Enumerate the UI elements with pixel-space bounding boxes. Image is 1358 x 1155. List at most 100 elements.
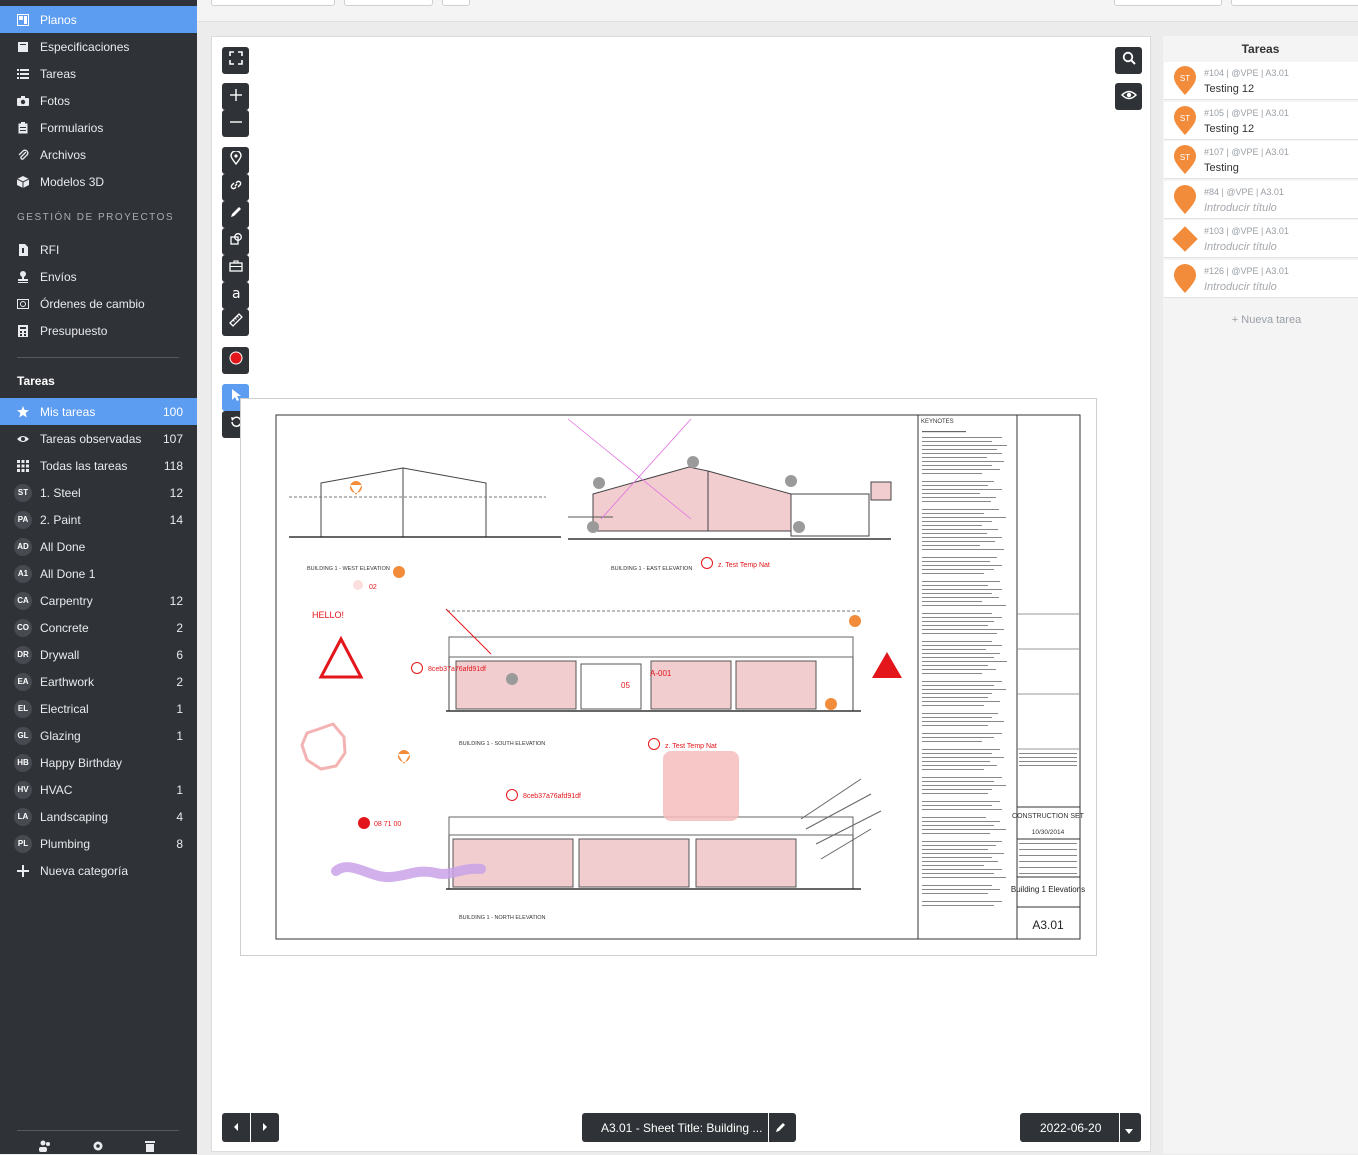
nav-rfi[interactable]: RFI — [0, 236, 197, 263]
caret-down-icon[interactable] — [1125, 1124, 1133, 1138]
markup-circle-02[interactable] — [353, 580, 363, 590]
nav-modelos-3d[interactable]: Modelos 3D — [0, 168, 197, 195]
next-sheet-button[interactable] — [251, 1113, 279, 1142]
toolbar-control[interactable] — [1231, 0, 1358, 6]
version-date: 2022-06-20 — [1040, 1120, 1102, 1135]
gear-icon[interactable] — [92, 1140, 104, 1152]
category-electrical[interactable]: EL Electrical 1 — [0, 695, 197, 722]
zoom-in-button[interactable] — [222, 83, 249, 110]
shapes-icon — [229, 232, 243, 251]
markup-05[interactable]: 05 — [621, 681, 630, 690]
category-all-done[interactable]: AD All Done — [0, 533, 197, 560]
nav-archivos[interactable]: Archivos — [0, 141, 197, 168]
markup-id-1[interactable]: 8ceb37a76afd91df — [428, 666, 486, 673]
task-title[interactable]: Testing 12 — [1204, 83, 1254, 95]
book-icon — [17, 41, 29, 53]
category-badge: HV — [14, 780, 32, 799]
stamp-tool[interactable] — [222, 255, 249, 282]
zoom-out-button[interactable] — [222, 110, 249, 137]
task-meta: #126 | @VPE | A3.01 — [1204, 266, 1289, 276]
category-plumbing[interactable]: PL Plumbing 8 — [0, 830, 197, 857]
plan-viewer[interactable]: a KEYNOTES CONSTRUCTION SET 10/30/2014 B… — [211, 36, 1151, 1152]
keynotes-label: KEYNOTES — [921, 419, 954, 425]
pin-tool[interactable] — [222, 147, 249, 174]
category-2-paint[interactable]: PA 2. Paint 14 — [0, 506, 197, 533]
fullscreen-button[interactable] — [222, 47, 249, 74]
drawing-sheet[interactable]: KEYNOTES CONSTRUCTION SET 10/30/2014 Bui… — [240, 398, 1097, 956]
task-pin-st[interactable] — [393, 566, 405, 578]
new-task-button[interactable]: + Nueva tarea — [1163, 314, 1358, 326]
prev-sheet-button[interactable] — [222, 1113, 250, 1142]
task-card[interactable]: #126 | @VPE | A3.01 Introducir título — [1164, 260, 1358, 298]
markup-temp-1[interactable]: z. Test Temp Nat — [718, 562, 770, 569]
category-all-done-1[interactable]: A1 All Done 1 — [0, 560, 197, 587]
markup-text-02[interactable]: 02 — [369, 584, 377, 591]
task-pin-icon — [1174, 184, 1196, 214]
east-elevation-label: BUILDING 1 - EAST ELEVATION — [611, 566, 692, 572]
nav-planos[interactable]: Planos — [0, 6, 197, 33]
category-label: Electrical — [40, 701, 89, 716]
category-carpentry[interactable]: CA Carpentry 12 — [0, 587, 197, 614]
task-title[interactable]: Introducir título — [1204, 241, 1277, 253]
markup-hello-text[interactable]: HELLO! — [312, 610, 344, 620]
markup-code[interactable]: 08 71 00 — [374, 821, 401, 828]
markup-id-2[interactable]: 8ceb37a76afd91df — [523, 793, 581, 800]
category-drywall[interactable]: DR Drywall 6 — [0, 641, 197, 668]
category-glazing[interactable]: GL Glazing 1 — [0, 722, 197, 749]
cube-icon — [17, 175, 29, 188]
category-landscaping[interactable]: LA Landscaping 4 — [0, 803, 197, 830]
category-concrete[interactable]: CO Concrete 2 — [0, 614, 197, 641]
new-category-button[interactable]: Nueva categoría — [0, 857, 197, 884]
search-button[interactable] — [1115, 47, 1142, 74]
trash-icon[interactable] — [144, 1140, 156, 1152]
markup-temp-2[interactable]: z. Test Temp Nat — [665, 743, 717, 750]
task-card[interactable]: #84 | @VPE | A3.01 Introducir título — [1164, 180, 1358, 219]
users-icon[interactable] — [39, 1140, 51, 1152]
task-pin-st[interactable] — [825, 698, 837, 710]
text-tool[interactable]: a — [222, 282, 249, 309]
nav-formularios[interactable]: Formularios — [0, 114, 197, 141]
pen-tool[interactable] — [222, 201, 249, 228]
toolbar-control[interactable] — [1114, 0, 1222, 6]
toolbar-control[interactable] — [442, 0, 470, 6]
markup-a001[interactable]: A-001 — [650, 669, 672, 678]
task-title[interactable]: Testing — [1204, 162, 1239, 174]
filter-todas-las-tareas[interactable]: Todas las tareas 118 — [0, 452, 197, 479]
task-title[interactable]: Introducir título — [1204, 202, 1277, 214]
category-1-steel[interactable]: ST 1. Steel 12 — [0, 479, 197, 506]
nav-tareas[interactable]: Tareas — [0, 60, 197, 87]
record-button[interactable] — [222, 347, 249, 374]
category-hvac[interactable]: HV HVAC 1 — [0, 776, 197, 803]
category-label: Concrete — [40, 620, 89, 635]
task-card[interactable]: ST #104 | @VPE | A3.01 Testing 12 — [1164, 62, 1358, 100]
record-marker[interactable] — [358, 817, 370, 829]
task-pin-st[interactable] — [849, 615, 861, 627]
nav-especificaciones[interactable]: Especificaciones — [0, 33, 197, 60]
nav-ordenes-de-cambio[interactable]: Órdenes de cambio — [0, 290, 197, 317]
shape-tool[interactable] — [222, 228, 249, 255]
toolbar-control[interactable] — [211, 0, 335, 6]
category-earthwork[interactable]: EA Earthwork 2 — [0, 668, 197, 695]
task-title[interactable]: Introducir título — [1204, 281, 1277, 293]
sheet-selector[interactable]: A3.01 - Sheet Title: Building ... — [582, 1113, 796, 1142]
nav-envios[interactable]: Envíos — [0, 263, 197, 290]
svg-text:a: a — [232, 286, 241, 300]
visibility-button[interactable] — [1115, 83, 1142, 110]
project-management-heading: GESTIÓN DE PROYECTOS — [17, 212, 175, 223]
filter-mis-tareas[interactable]: Mis tareas 100 — [0, 398, 197, 425]
category-happy-birthday[interactable]: HB Happy Birthday — [0, 749, 197, 776]
toolbar-control[interactable] — [344, 0, 433, 6]
version-date-selector[interactable]: 2022-06-20 — [1020, 1113, 1141, 1142]
category-badge: ST — [14, 483, 32, 502]
filter-tareas-observadas[interactable]: Tareas observadas 107 — [0, 425, 197, 452]
task-diamond-icon — [1172, 226, 1198, 253]
measure-tool[interactable] — [222, 309, 249, 336]
task-card[interactable]: ST #105 | @VPE | A3.01 Testing 12 — [1164, 101, 1358, 140]
task-card[interactable]: #103 | @VPE | A3.01 Introducir título — [1164, 220, 1358, 259]
nav-fotos[interactable]: Fotos — [0, 87, 197, 114]
task-card[interactable]: ST #107 | @VPE | A3.01 Testing — [1164, 141, 1358, 180]
task-title[interactable]: Testing 12 — [1204, 123, 1254, 135]
edit-sheet-button[interactable] — [775, 1121, 787, 1136]
nav-presupuesto[interactable]: Presupuesto — [0, 317, 197, 344]
link-tool[interactable] — [222, 174, 249, 201]
